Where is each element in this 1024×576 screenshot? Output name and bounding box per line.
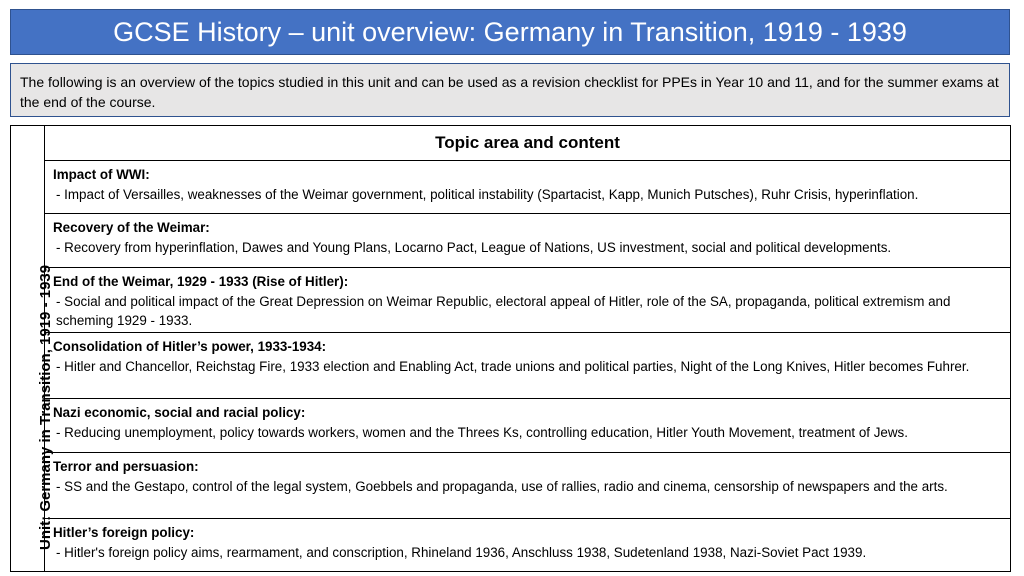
topic-content: - Impact of Versailles, weaknesses of th… <box>56 186 919 202</box>
topic-row: End of the Weimar, 1929 - 1933 (Rise of … <box>45 268 1010 333</box>
topic-row: Nazi economic, social and racial policy:… <box>45 399 1010 453</box>
topic-content: - SS and the Gestapo, control of the leg… <box>56 478 948 494</box>
topic-heading: Consolidation of Hitler’s power, 1933-19… <box>53 339 327 354</box>
topic-content: - Hitler and Chancellor, Reichstag Fire,… <box>56 358 970 374</box>
topics-table: Unit: Germany in Transition, 1919 - 1939… <box>10 125 1011 572</box>
topics-rows: Topic area and content Impact of WWI: - … <box>45 126 1010 571</box>
topic-heading: Impact of WWI: <box>53 167 150 182</box>
topic-heading: End of the Weimar, 1929 - 1933 (Rise of … <box>53 274 349 289</box>
topic-content: - Reducing unemployment, policy towards … <box>56 424 908 440</box>
unit-label-column: Unit: Germany in Transition, 1919 - 1939 <box>11 126 54 571</box>
title-banner: GCSE History – unit overview: Germany in… <box>10 9 1010 55</box>
topic-heading: Terror and persuasion: <box>53 459 199 474</box>
table-header-label: Topic area and content <box>435 133 620 152</box>
topic-content: - Social and political impact of the Gre… <box>56 293 951 329</box>
topic-row: Hitler’s foreign policy: - Hitler's fore… <box>45 519 1010 571</box>
intro-box: The following is an overview of the topi… <box>10 63 1010 117</box>
topic-heading: Recovery of the Weimar: <box>53 220 210 235</box>
topic-heading: Nazi economic, social and racial policy: <box>53 405 306 420</box>
topic-content: - Hitler's foreign policy aims, rearmame… <box>56 544 867 560</box>
intro-text: The following is an overview of the topi… <box>20 74 999 110</box>
topic-heading: Hitler’s foreign policy: <box>53 525 195 540</box>
topic-content: - Recovery from hyperinflation, Dawes an… <box>56 239 892 255</box>
page-title: GCSE History – unit overview: Germany in… <box>113 16 907 47</box>
topic-row: Consolidation of Hitler’s power, 1933-19… <box>45 333 1010 399</box>
table-header: Topic area and content <box>45 126 1010 161</box>
topic-row: Terror and persuasion: - SS and the Gest… <box>45 453 1010 519</box>
topic-row: Impact of WWI: - Impact of Versailles, w… <box>45 161 1010 214</box>
topic-row: Recovery of the Weimar: - Recovery from … <box>45 214 1010 268</box>
unit-label: Unit: Germany in Transition, 1919 - 1939 <box>36 264 54 550</box>
